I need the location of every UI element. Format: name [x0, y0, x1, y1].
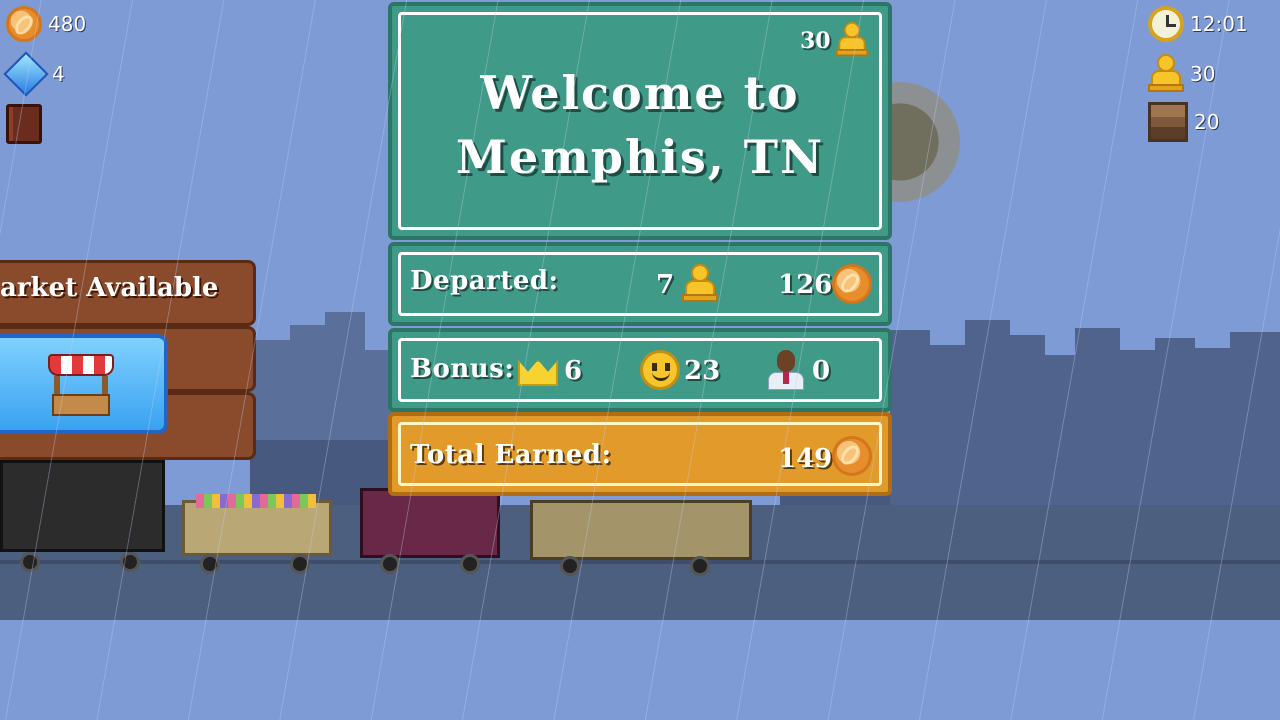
crate-icon — [1148, 102, 1188, 142]
bonus-label: Bonus: — [410, 354, 515, 384]
gem-counter: 4 — [3, 51, 65, 97]
market-stall-icon — [48, 354, 114, 418]
wheel — [290, 554, 310, 574]
passenger-count: 30 — [1190, 62, 1216, 86]
wheel — [120, 552, 140, 572]
book-button[interactable] — [6, 104, 42, 144]
coin-icon — [832, 436, 872, 476]
departed-passengers: 7 — [656, 270, 675, 300]
departed-coins: 126 — [778, 270, 833, 300]
market-panel: arket Available — [0, 260, 256, 460]
total-earned-panel: Total Earned: 149 — [388, 412, 892, 496]
wheel — [200, 554, 220, 574]
bonus-crown-value: 6 — [564, 356, 583, 386]
welcome-line-1: Welcome to — [480, 66, 800, 120]
wheel — [20, 552, 40, 572]
coin-counter: 480 — [6, 6, 86, 42]
book-icon — [6, 104, 42, 144]
passenger-car-maroon — [360, 488, 500, 558]
wheel — [560, 556, 580, 576]
passenger-count-display: 30 — [1148, 54, 1215, 94]
passenger-car-black — [0, 460, 165, 552]
wheel — [690, 556, 710, 576]
smile-icon — [640, 350, 680, 390]
departed-panel: Departed: 7 126 — [388, 242, 892, 326]
departed-label: Departed: — [410, 266, 559, 296]
gem-icon — [3, 51, 49, 97]
gem-count: 4 — [52, 62, 65, 86]
total-earned-label: Total Earned: — [410, 440, 612, 470]
bonus-panel: Bonus: 6 23 0 — [388, 328, 892, 412]
clock-icon — [1148, 6, 1184, 42]
market-title-bar: arket Available — [0, 260, 256, 326]
passenger-icon — [835, 22, 869, 58]
hopper-car — [182, 500, 332, 556]
market-title: arket Available — [0, 273, 219, 303]
time-text: 12:01 — [1190, 12, 1248, 36]
bonus-smile-value: 23 — [684, 356, 721, 386]
cargo-count-display: 20 — [1148, 102, 1219, 142]
welcome-line-2: Memphis, TN — [455, 130, 825, 184]
wheel — [380, 554, 400, 574]
coin-icon — [832, 264, 872, 304]
passenger-icon — [1148, 54, 1184, 94]
hopper-car-fruit — [196, 494, 316, 508]
passenger-icon — [682, 264, 718, 304]
market-button[interactable] — [0, 334, 168, 434]
welcome-panel: 30 Welcome to Memphis, TN — [388, 2, 892, 240]
coin-count: 480 — [48, 12, 87, 36]
crown-icon — [518, 352, 558, 386]
bonus-person-value: 0 — [812, 356, 831, 386]
locomotive — [530, 500, 752, 560]
cargo-count: 20 — [1194, 110, 1220, 134]
wheel — [460, 554, 480, 574]
time-display: 12:01 — [1148, 6, 1248, 42]
person-icon — [766, 348, 806, 392]
coin-icon — [6, 6, 42, 42]
station-capacity: 30 — [800, 28, 831, 54]
total-earned-coins: 149 — [778, 444, 833, 474]
